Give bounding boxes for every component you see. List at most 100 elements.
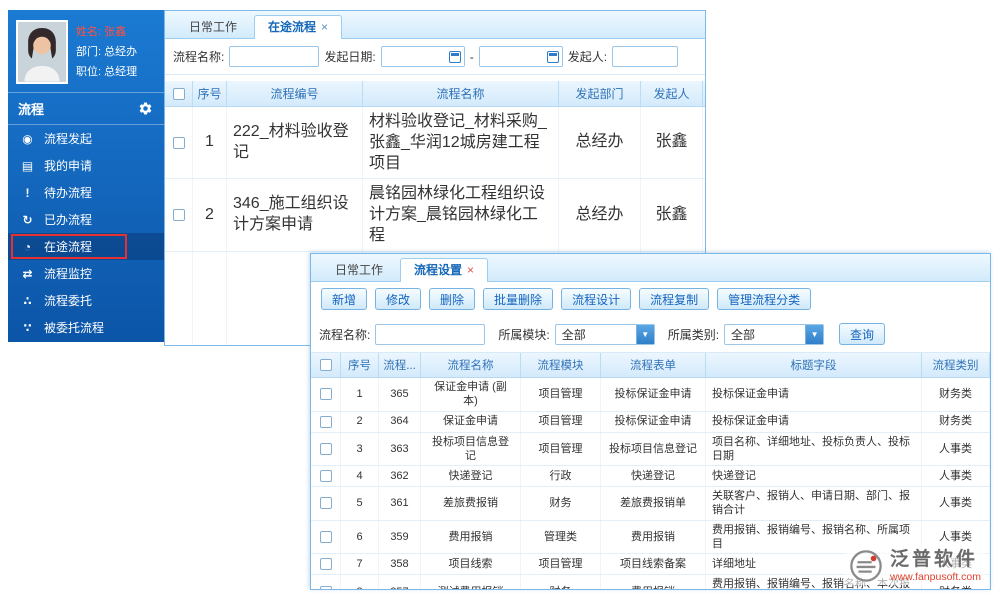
user-dept: 部门: 总经办 <box>76 45 138 58</box>
flow-name-label-2: 流程名称: <box>319 327 371 342</box>
flow-name-input-2[interactable] <box>375 323 486 345</box>
tab-in-transit-flows[interactable]: 在途流程 × <box>254 15 343 39</box>
tab-daily-work[interactable]: 日常工作 <box>175 15 251 39</box>
batch-delete-button[interactable]: 批量删除 <box>483 288 554 310</box>
window2-tabbar: 日常工作 流程设置 × <box>311 254 990 282</box>
flow-settings-row[interactable]: 5 361 差旅费报销 财务 差旅费报销单 关联客户、报销人、申请日期、部门、报… <box>311 487 990 521</box>
row-checkbox[interactable] <box>172 136 185 149</box>
tab-close-icon[interactable]: × <box>321 20 328 34</box>
flow-settings-row[interactable]: 4 362 快递登记 行政 快递登记 快递登记 人事类 <box>311 466 990 488</box>
tab-daily-work-2[interactable]: 日常工作 <box>321 258 397 282</box>
row-checkbox[interactable] <box>319 442 332 455</box>
tab-flow-settings[interactable]: 流程设置 × <box>400 258 489 282</box>
cell-seq: 6 <box>341 520 379 554</box>
sidebar-section-header: 流程 <box>8 93 164 125</box>
cell-seq: 1 <box>193 107 227 179</box>
monitor-icon: ⇄ <box>22 266 33 281</box>
cell-flow-id: 362 <box>379 466 421 487</box>
cell-category: 人事类 <box>922 487 990 520</box>
org-icon: ∴ <box>23 293 32 308</box>
end-date-input[interactable] <box>478 46 563 67</box>
col-flow-name: 流程名称 <box>421 353 521 377</box>
sidebar-item-monitor[interactable]: ⇄ 流程监控 <box>8 260 164 287</box>
row-checkbox[interactable] <box>319 470 332 483</box>
in-progress-icon: ◔ <box>23 239 32 254</box>
flow-copy-button[interactable]: 流程复制 <box>639 288 710 310</box>
manage-category-button[interactable]: 管理流程分类 <box>717 288 812 310</box>
cell-seq: 8 <box>341 575 379 589</box>
cell-flow-name: 投标项目信息登记 <box>421 432 521 466</box>
flow-settings-row[interactable]: 1 365 保证金申请 (副本) 项目管理 投标保证金申请 投标保证金申请 财务… <box>311 378 990 412</box>
flow-table-row[interactable]: 2 346_施工组织设计方案申请 晨铭园林绿化工程组织设计方案_晨铭园林绿化工程… <box>165 179 705 252</box>
org-tree-icon: ∵ <box>23 320 32 335</box>
gear-icon[interactable] <box>138 101 154 117</box>
sidebar-item-initiate[interactable]: ◉ 流程发起 <box>8 125 164 152</box>
calendar-icon[interactable] <box>448 50 461 63</box>
document-icon: ▤ <box>21 158 34 173</box>
cell-flow-id: 359 <box>379 520 421 554</box>
sidebar-item-label: 流程监控 <box>44 267 93 281</box>
brand-url: www.fanpusoft.com <box>889 570 981 583</box>
chevron-down-icon[interactable]: ▼ <box>805 324 824 344</box>
flow-table-row[interactable]: 1 222_材料验收登记 材料验收登记_材料采购_张鑫_华润12城房建工程项目 … <box>165 107 705 180</box>
user-info: 姓名: 张鑫 部门: 总经办 职位: 总经理 <box>76 20 137 84</box>
alert-icon: ! <box>25 185 30 200</box>
flow-settings-row[interactable]: 3 363 投标项目信息登记 项目管理 投标项目信息登记 项目名称、详细地址、投… <box>311 432 990 467</box>
cell-flow-id: 365 <box>379 378 421 411</box>
cell-title-fields: 投标保证金申请 <box>706 378 922 411</box>
col-flow-name: 流程名称 <box>363 81 559 106</box>
row-checkbox[interactable] <box>319 585 332 589</box>
sidebar-item-todo[interactable]: ! 待办流程 <box>8 179 164 206</box>
tab-close-icon[interactable]: × <box>467 263 474 277</box>
cell-module: 财务 <box>521 575 601 589</box>
user-name: 姓名: 张鑫 <box>76 26 127 38</box>
cell-flow-id: 357 <box>379 575 421 589</box>
cell-form: 项目线索备案 <box>601 554 706 575</box>
cell-seq: 2 <box>341 411 379 432</box>
cell-title-fields: 项目名称、详细地址、投标负责人、投标日期 <box>706 432 922 466</box>
select-all-checkbox[interactable] <box>172 87 185 100</box>
cell-title-fields: 快递登记 <box>706 466 922 487</box>
row-checkbox[interactable] <box>172 209 185 222</box>
search-button[interactable]: 查询 <box>839 323 886 345</box>
cell-seq: 1 <box>341 378 379 411</box>
calendar-icon[interactable] <box>546 50 559 63</box>
add-button[interactable]: 新增 <box>321 288 368 310</box>
sidebar-item-delegate[interactable]: ∴ 流程委托 <box>8 287 164 314</box>
row-checkbox[interactable] <box>319 558 332 571</box>
cell-flow-name: 材料验收登记_材料采购_张鑫_华润12城房建工程项目 <box>363 107 559 179</box>
cell-form: 差旅费报销单 <box>601 487 706 520</box>
col-person: 发起人 <box>641 81 703 106</box>
cell-flow-name: 保证金申请 (副本) <box>421 378 521 411</box>
select-all-checkbox-2[interactable] <box>319 359 332 371</box>
sidebar-item-label: 我的申请 <box>44 159 93 173</box>
initiator-input[interactable] <box>612 46 679 67</box>
category-select[interactable]: 全部 ▼ <box>724 323 825 345</box>
flow-settings-row[interactable]: 2 364 保证金申请 项目管理 投标保证金申请 投标保证金申请 财务类 <box>311 411 990 433</box>
module-select[interactable]: 全部 ▼ <box>554 323 655 345</box>
row-checkbox[interactable] <box>319 415 332 428</box>
row-checkbox[interactable] <box>319 497 332 510</box>
cell-person: 张鑫 <box>641 107 703 179</box>
modify-button[interactable]: 修改 <box>375 288 422 310</box>
cell-seq: 5 <box>341 487 379 520</box>
chevron-down-icon[interactable]: ▼ <box>635 324 654 344</box>
delete-button[interactable]: 删除 <box>429 288 476 310</box>
flow-name-input[interactable] <box>229 46 320 67</box>
window1-tabbar: 日常工作 在途流程 × <box>165 11 705 39</box>
tab-label: 在途流程 <box>268 20 317 34</box>
window1-filter-bar: 流程名称: 发起日期: - 发起人: <box>165 39 705 75</box>
cell-module: 项目管理 <box>521 554 601 575</box>
sidebar-item-delegated[interactable]: ∵ 被委托流程 <box>8 314 164 341</box>
flow-design-button[interactable]: 流程设计 <box>561 288 632 310</box>
fanpu-logo: 泛普软件 www.fanpusoft.com <box>844 547 985 585</box>
sidebar-item-done[interactable]: ↻ 已办流程 <box>8 206 164 233</box>
flow-table-header: 序号 流程编号 流程名称 发起部门 发起人 <box>165 81 705 107</box>
start-date-input[interactable] <box>380 46 465 67</box>
cell-flow-name: 项目线索 <box>421 554 521 575</box>
row-checkbox[interactable] <box>319 531 332 544</box>
sidebar-item-in-transit[interactable]: ◔ 在途流程 <box>8 233 164 260</box>
row-checkbox[interactable] <box>319 388 332 401</box>
col-form: 流程表单 <box>601 353 706 377</box>
sidebar-item-my-apply[interactable]: ▤ 我的申请 <box>8 152 164 179</box>
